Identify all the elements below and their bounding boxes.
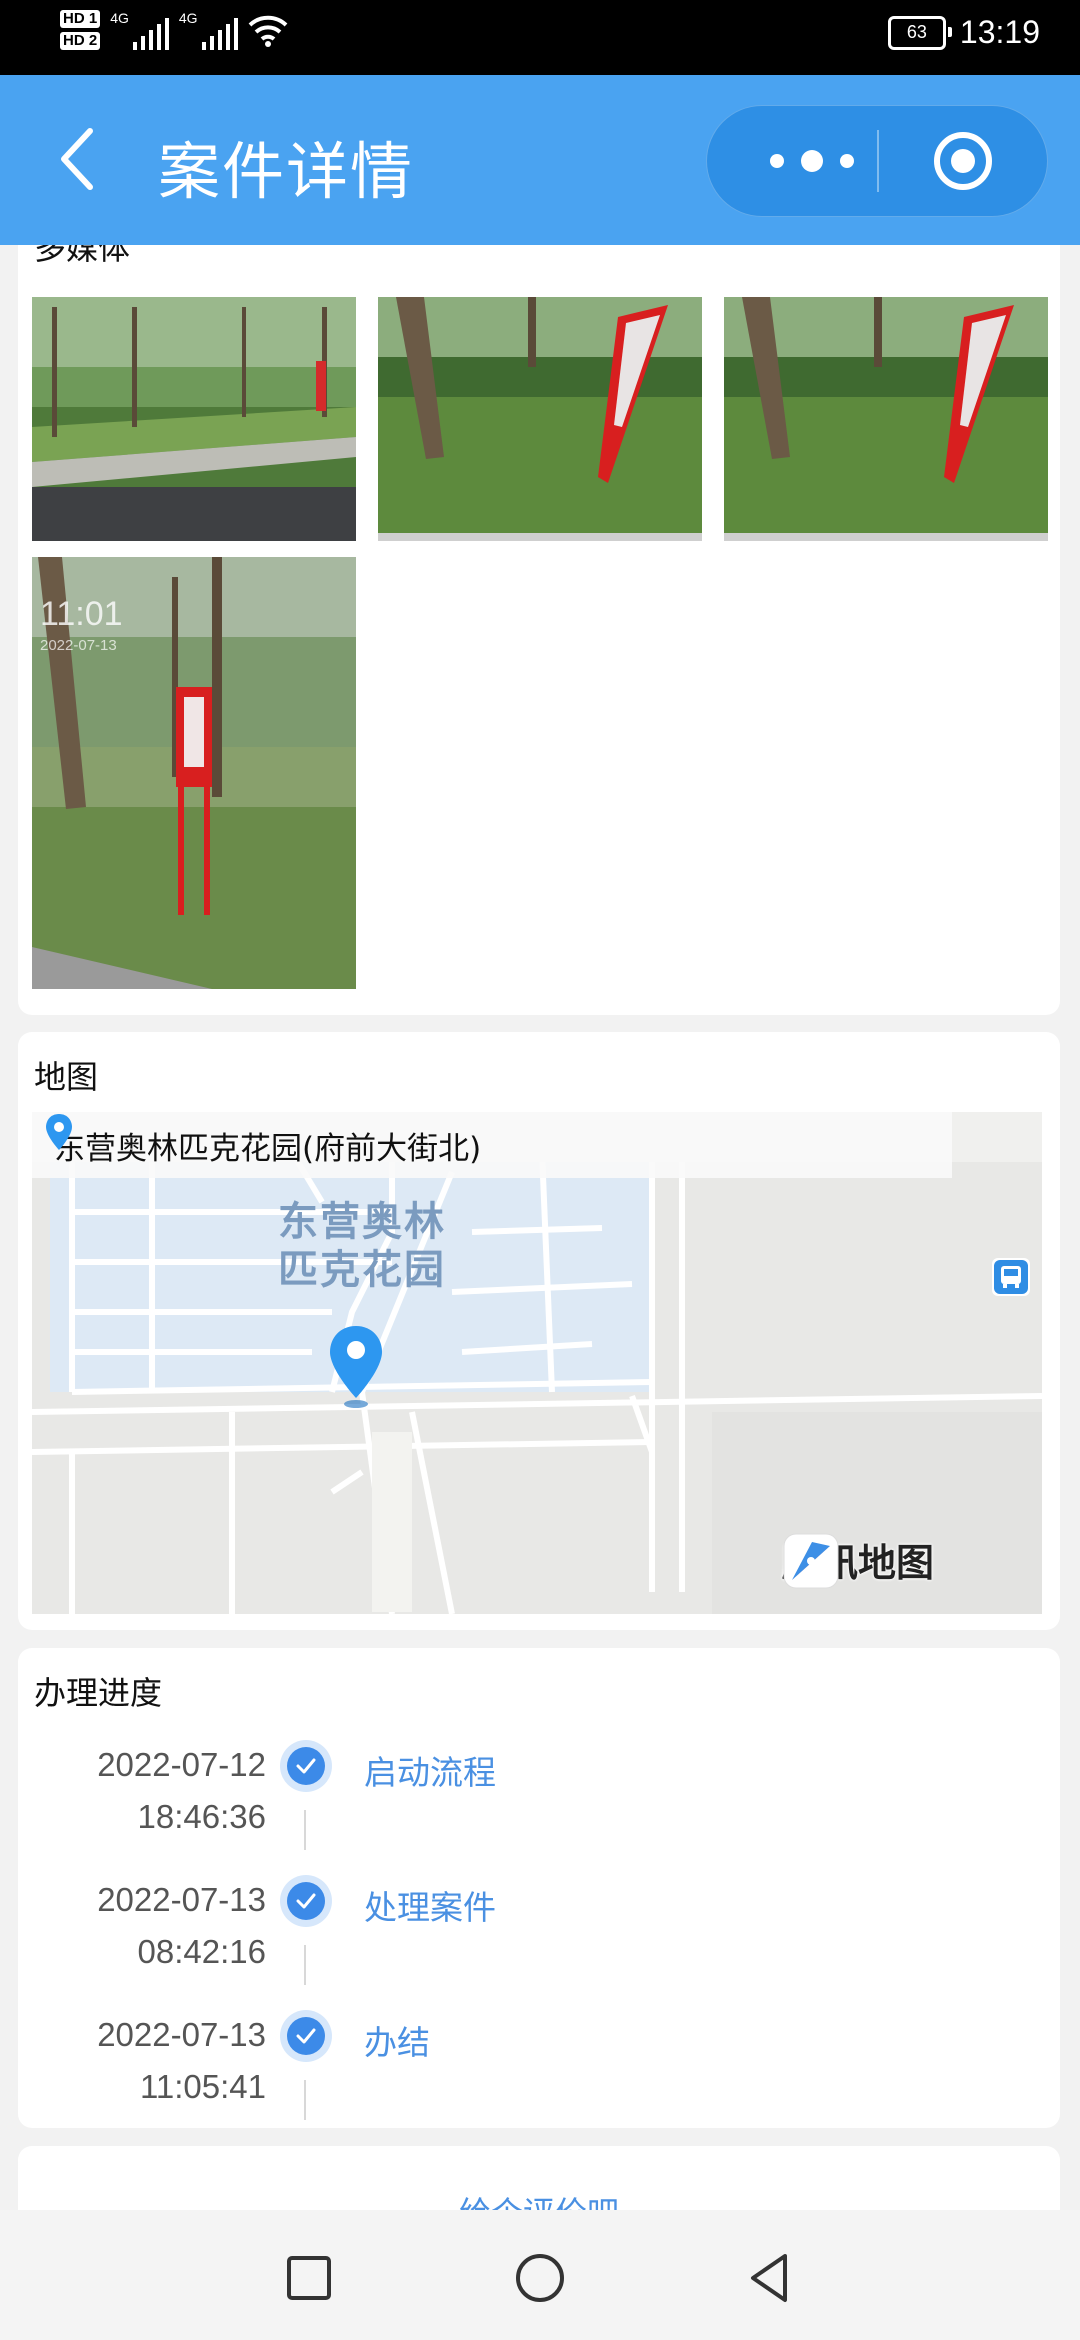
square-icon[interactable] [279, 2248, 339, 2308]
step-date: 2022-07-13 [97, 1881, 266, 1918]
timeline-connector [304, 2080, 306, 2120]
check-circle-icon [280, 2010, 332, 2062]
step-date: 2022-07-13 [97, 2016, 266, 2053]
map-brand: 腾讯地图 [782, 1532, 934, 1589]
signal1-icon: 4G [110, 10, 169, 50]
poi-label-line2: 匹克花园 [278, 1247, 446, 1293]
bus-stop-icon[interactable] [992, 1258, 1030, 1296]
poi-label-line1: 东营奥林 [278, 1199, 446, 1245]
map-view[interactable]: 东营奥林匹克花园(府前大街北) 东营奥林 匹克花园 腾讯地图 [32, 1112, 1042, 1614]
status-left: HD 1 HD 2 4G 4G [60, 10, 288, 50]
signal2-icon: 4G [179, 10, 238, 50]
battery-level: 63 [906, 22, 927, 42]
map-address: 东营奥林匹克花园(府前大街北) [54, 1130, 482, 1167]
media-title: 多媒体 [34, 245, 131, 267]
circle-icon[interactable] [510, 2248, 570, 2308]
step-label[interactable]: 启动流程 [364, 1746, 496, 1794]
photo-thumb-4[interactable]: 11:01 2022-07-13 [32, 557, 356, 989]
capsule-divider [877, 130, 879, 192]
map-address-bar[interactable]: 东营奥林匹克花园(府前大街北) [32, 1112, 952, 1178]
progress-title: 办理进度 [34, 1674, 163, 1712]
photo-timestamp: 11:01 [40, 595, 123, 633]
step-time: 18:46:36 [137, 1798, 266, 1835]
map-card: 地图 东营奥林匹克花园(府前大街北) 东营奥林 匹克花园 腾讯地图 [18, 1032, 1060, 1630]
check-circle-icon [280, 1875, 332, 1927]
sim2-badge: HD 2 [60, 32, 101, 50]
media-card: 多媒体 11:01 2022-07-13 [18, 245, 1060, 1015]
check-circle-icon [280, 1740, 332, 1792]
network1-label: 4G [110, 10, 129, 26]
step-date: 2022-07-12 [97, 1746, 266, 1783]
progress-card: 办理进度 2022-07-12 18:46:36 启动流程 2022-07-13… [18, 1648, 1060, 2128]
more-dots-icon[interactable] [757, 144, 867, 178]
step-label[interactable]: 处理案件 [364, 1881, 496, 1929]
timeline-connector [304, 1945, 306, 1985]
wifi-icon [248, 15, 287, 47]
step-label[interactable]: 办结 [364, 2016, 430, 2064]
location-pin-icon [46, 1114, 72, 1150]
page-title: 案件详情 [158, 135, 415, 208]
triangle-back-icon[interactable] [741, 2248, 801, 2308]
status-time: 13:19 [959, 14, 1040, 50]
photo-thumb-3[interactable] [724, 297, 1048, 541]
system-nav-bar [0, 2210, 1080, 2340]
status-right: 63 13:19 [887, 14, 1040, 51]
target-circle-icon[interactable] [933, 131, 993, 191]
timeline-connector [304, 1810, 306, 1850]
map-title: 地图 [34, 1058, 99, 1096]
sim1-badge: HD 1 [60, 10, 101, 28]
step-time: 11:05:41 [139, 2068, 266, 2105]
tencent-map-logo-icon [783, 1533, 839, 1589]
back-arrow-icon[interactable] [50, 123, 110, 195]
photo-thumb-1[interactable] [32, 297, 356, 541]
battery-icon: 63 [887, 15, 952, 50]
miniapp-capsule [706, 105, 1048, 217]
progress-step: 2022-07-13 08:42:16 处理案件 [18, 1875, 1060, 2016]
step-time: 08:42:16 [137, 1933, 266, 1970]
map-marker-icon [330, 1326, 382, 1408]
status-bar: HD 1 HD 2 4G 4G 63 13:19 [0, 0, 1080, 75]
photo-date: 2022-07-13 [40, 637, 117, 654]
progress-step: 2022-07-13 11:05:41 办结 [18, 2010, 1060, 2151]
sim-indicators: HD 1 HD 2 [60, 10, 101, 50]
progress-step: 2022-07-12 18:46:36 启动流程 [18, 1740, 1060, 1881]
app-header: 案件详情 [0, 75, 1080, 245]
poi-label: 东营奥林 匹克花园 [262, 1198, 462, 1294]
network2-label: 4G [178, 10, 198, 26]
photo-thumb-2[interactable] [378, 297, 702, 541]
